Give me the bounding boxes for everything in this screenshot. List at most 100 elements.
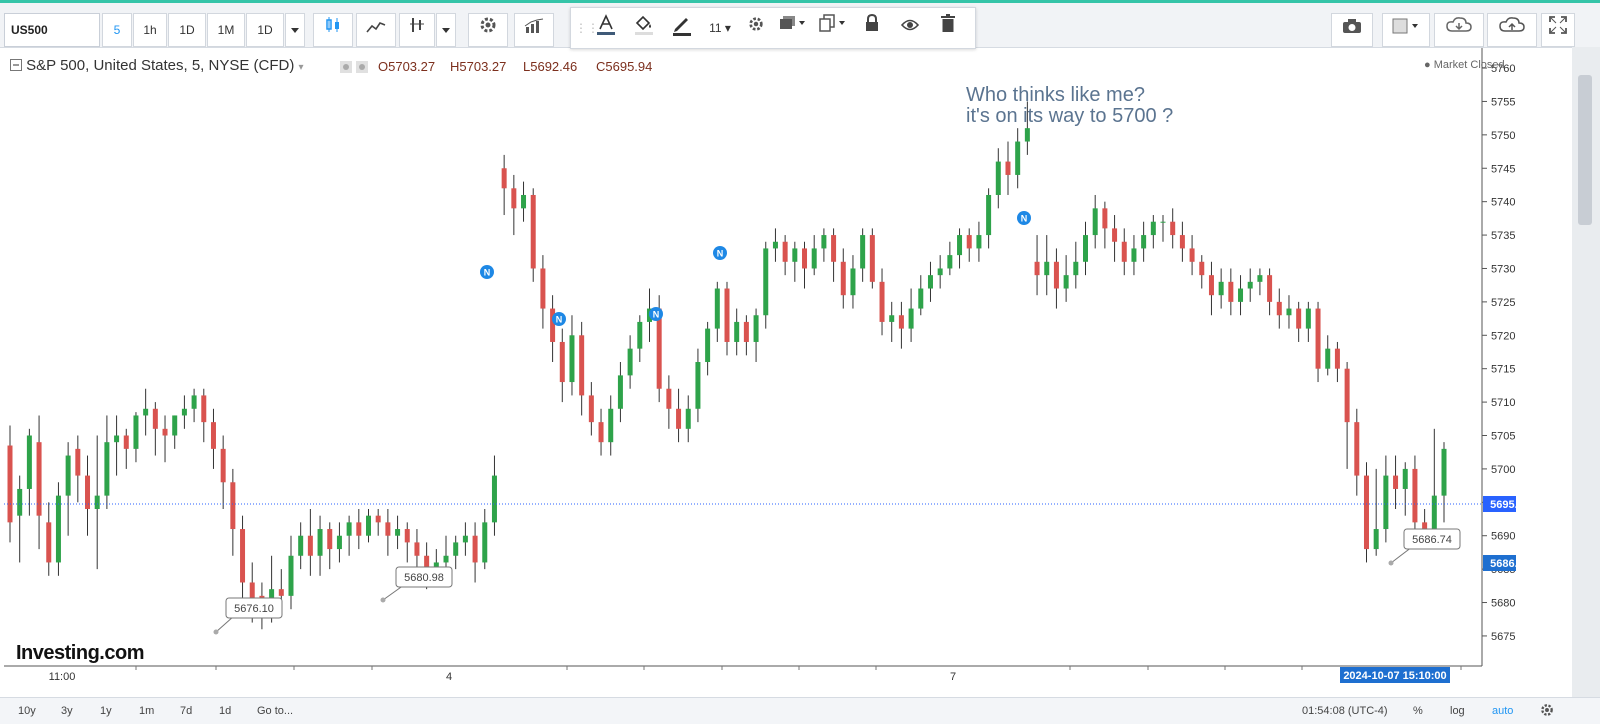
text-color-button[interactable] — [589, 14, 623, 42]
go-to-button[interactable]: Go to... — [257, 703, 293, 719]
compare-button[interactable] — [399, 13, 435, 47]
candle-body — [36, 442, 42, 516]
lock-icon — [866, 13, 878, 31]
symbol-input[interactable]: US500 — [4, 13, 100, 47]
text-annotation[interactable]: Who thinks like me? it's on its way to 5… — [966, 85, 1173, 127]
candle-body — [298, 535, 304, 556]
page-scrollbar[interactable] — [1578, 75, 1592, 225]
candle-body — [395, 529, 401, 536]
range-3y[interactable]: 3y — [61, 703, 73, 719]
range-1y[interactable]: 1y — [100, 703, 112, 719]
candle-body — [1092, 208, 1098, 236]
interval-1d-button[interactable]: 1D — [168, 13, 206, 47]
cloud-save-button[interactable] — [1487, 13, 1537, 47]
settings-button[interactable] — [468, 13, 508, 47]
candle-body — [840, 261, 846, 296]
candle-body — [1422, 522, 1428, 530]
crosshair-time-text: 2024-10-07 15:10:00 — [1343, 670, 1446, 682]
candle-body — [501, 168, 507, 189]
chevron-down-icon — [442, 28, 450, 33]
candle-body — [957, 235, 963, 256]
candle-body — [288, 555, 294, 596]
range-10y[interactable]: 10y — [18, 703, 36, 719]
candle-body — [1363, 475, 1369, 550]
interval-5-button[interactable]: 5 — [102, 13, 132, 47]
range-7d[interactable]: 7d — [180, 703, 192, 719]
drag-handle[interactable]: ⋮⋮ — [575, 14, 599, 42]
auto-toggle[interactable]: auto — [1492, 703, 1513, 719]
interval-1d-button-2[interactable]: 1D — [246, 13, 284, 47]
interval-1h-button[interactable]: 1h — [133, 13, 167, 47]
candle-body — [143, 408, 149, 416]
candle-body — [1121, 241, 1127, 262]
range-1m[interactable]: 1m — [139, 703, 154, 719]
candle-body — [1160, 221, 1166, 223]
candle-body — [947, 255, 953, 269]
candle-body — [75, 448, 81, 476]
callout-anchor — [1388, 560, 1394, 566]
layout-button[interactable] — [1382, 13, 1430, 47]
y-tick-label: 5745.00 — [1491, 163, 1516, 175]
candle-body — [1267, 275, 1273, 302]
arrange-button[interactable] — [775, 14, 811, 42]
settings-button-bottom[interactable] — [1540, 703, 1554, 719]
gear-icon — [1541, 704, 1553, 716]
legend-settings-icons[interactable] — [340, 60, 370, 78]
font-size-select[interactable]: 11 ▾ — [705, 14, 735, 42]
interval-dropdown[interactable] — [285, 13, 305, 47]
candle-body — [1354, 422, 1360, 476]
candle-body — [889, 315, 895, 322]
candle-body — [482, 522, 488, 563]
candle-body — [511, 188, 517, 209]
candle-body — [375, 515, 381, 523]
cloud-load-button[interactable] — [1434, 13, 1484, 47]
candle-body — [1296, 308, 1302, 329]
fill-color-button[interactable] — [627, 14, 661, 42]
candle-body — [898, 315, 904, 329]
log-toggle[interactable]: log — [1450, 703, 1465, 719]
collapse-icon[interactable] — [10, 59, 22, 71]
delete-button[interactable] — [931, 14, 965, 42]
candle-body — [201, 395, 207, 423]
callout-anchor — [380, 597, 386, 603]
price-callout-label: 5686.74 — [1412, 534, 1452, 546]
candle-body — [695, 362, 701, 409]
line-color-button[interactable] — [665, 14, 699, 42]
candle-body — [1325, 348, 1331, 369]
candle-body — [908, 308, 914, 329]
price-chart[interactable]: 5760.005755.005750.005745.005740.005735.… — [4, 48, 1516, 698]
y-tick-label: 5705.00 — [1491, 431, 1516, 443]
candle-body — [869, 235, 875, 282]
studies-button[interactable] — [514, 13, 554, 47]
clone-button[interactable] — [815, 14, 851, 42]
fullscreen-button[interactable] — [1541, 13, 1575, 47]
candle-body — [1015, 141, 1021, 175]
candle-body — [17, 488, 23, 516]
candle-body — [850, 268, 856, 296]
candle-body — [927, 275, 933, 289]
candle-body — [1373, 529, 1379, 550]
candle-body — [676, 408, 682, 429]
candle-body — [317, 529, 323, 556]
candle-body — [1238, 288, 1244, 302]
percent-toggle[interactable]: % — [1413, 703, 1423, 719]
current-price-text: 5695.94 — [1490, 499, 1516, 511]
drawing-settings-button[interactable] — [741, 14, 771, 42]
text-color-icon — [597, 14, 615, 35]
indicators-button[interactable] — [356, 13, 396, 47]
layers-icon — [780, 16, 805, 29]
range-1d[interactable]: 1d — [219, 703, 231, 719]
snapshot-button[interactable] — [1331, 13, 1373, 47]
market-status: ● Market Closed — [1424, 59, 1505, 71]
candle-body — [1189, 248, 1195, 262]
candle-body — [1141, 235, 1147, 249]
compare-dropdown[interactable] — [436, 13, 456, 47]
candle-body — [336, 535, 342, 550]
chart-type-button[interactable] — [313, 13, 353, 47]
candle-body — [46, 522, 52, 563]
lock-button[interactable] — [855, 13, 889, 42]
candle-body — [802, 248, 808, 269]
candle-body — [55, 495, 61, 563]
interval-1m-button[interactable]: 1M — [207, 13, 245, 47]
visibility-button[interactable] — [893, 14, 927, 42]
